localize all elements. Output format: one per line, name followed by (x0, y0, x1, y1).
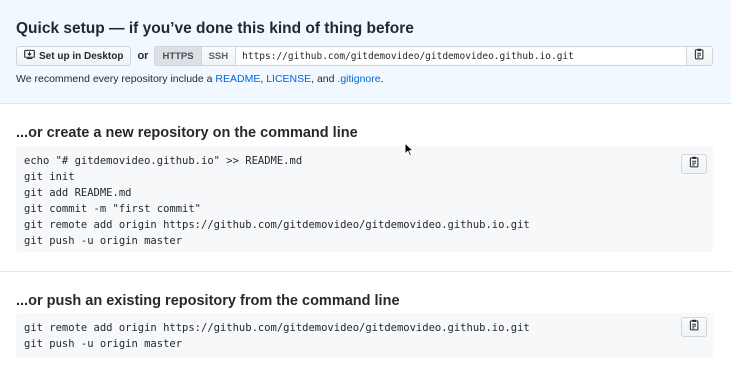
section-divider (0, 271, 731, 272)
clipboard-icon (689, 319, 700, 336)
copy-create-commands-button[interactable] (681, 154, 707, 174)
recommend-suffix: . (380, 73, 384, 85)
recommend-sep-2: , and (311, 73, 338, 85)
code-line: git commit -m "first commit" (24, 203, 202, 215)
code-line: echo "# gitdemovideo.github.io" >> READM… (24, 155, 303, 167)
clipboard-icon (689, 156, 700, 173)
clone-url-input[interactable] (236, 46, 687, 66)
code-line: git init (24, 171, 75, 183)
setup-in-desktop-button[interactable]: Set up in Desktop (16, 46, 132, 66)
clipboard-icon (694, 47, 705, 65)
code-line: git push -u origin master (24, 338, 183, 350)
create-repo-title: ...or create a new repository on the com… (16, 125, 358, 141)
code-line: git remote add origin https://github.com… (24, 219, 530, 231)
desktop-download-icon (24, 49, 35, 63)
gitignore-link[interactable]: .gitignore (337, 73, 380, 85)
push-repo-title: ...or push an existing repository from t… (16, 293, 400, 309)
code-line: git push -u origin master (24, 235, 183, 247)
https-toggle-button[interactable]: HTTPS (154, 46, 202, 66)
code-line: git add README.md (24, 187, 132, 199)
push-repo-code-block: git remote add origin https://github.com… (16, 313, 713, 358)
clone-url-row: Set up in Desktop or HTTPS SSH (16, 46, 713, 66)
copy-url-button[interactable] (687, 46, 713, 66)
copy-push-commands-button[interactable] (681, 317, 707, 337)
recommendation-text: We recommend every repository include a … (16, 73, 384, 85)
ssh-toggle-button[interactable]: SSH (201, 46, 237, 66)
mouse-pointer-icon (404, 141, 415, 162)
license-link[interactable]: LICENSE (266, 73, 311, 85)
quick-setup-title: Quick setup — if you’ve done this kind o… (16, 20, 414, 37)
quick-setup-panel: Quick setup — if you’ve done this kind o… (0, 0, 731, 104)
create-repo-code-block: echo "# gitdemovideo.github.io" >> READM… (16, 146, 713, 252)
code-line: git remote add origin https://github.com… (24, 322, 530, 334)
setup-in-desktop-label: Set up in Desktop (39, 50, 124, 62)
readme-link[interactable]: README (215, 73, 260, 85)
or-label: or (137, 50, 149, 62)
recommend-prefix: We recommend every repository include a (16, 73, 216, 85)
